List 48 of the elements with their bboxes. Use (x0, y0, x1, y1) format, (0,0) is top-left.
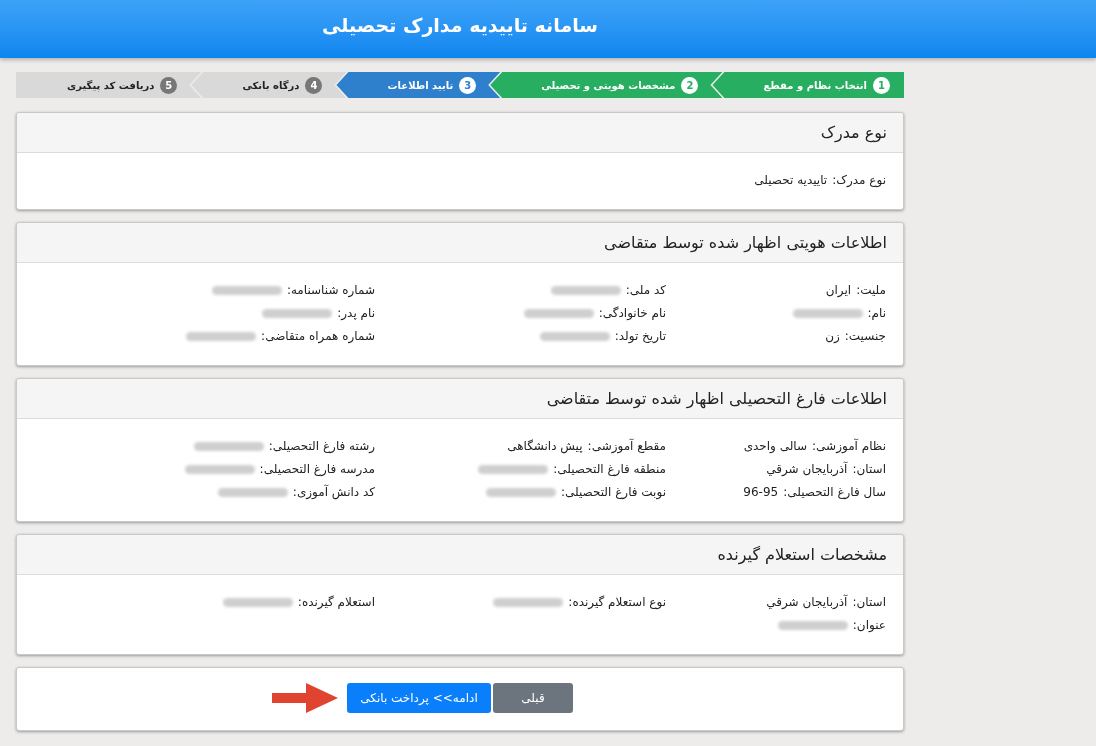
step-label: تایید اطلاعات (387, 78, 454, 93)
field-label: نام پدر: (337, 305, 375, 322)
step-label: مشخصات هویتی و تحصیلی (541, 78, 676, 93)
back-button[interactable]: قبلی (493, 683, 573, 713)
step-number: 3 (459, 76, 477, 94)
panel-title: مشخصات استعلام گیرنده (17, 535, 903, 575)
panel-title: نوع مدرک (17, 113, 903, 153)
page-title: سامانه تاییدیه مدارک تحصیلی (322, 12, 598, 39)
step-number: 4 (305, 76, 323, 94)
field-label: جنسیت: (844, 328, 886, 345)
field-label: استعلام گیرنده: (297, 594, 375, 611)
field-value: آذربایجان شرقي (766, 460, 848, 478)
field-label: منطقه فارغ التحصیلی: (553, 461, 666, 479)
step-label: درگاه بانکی (242, 78, 300, 93)
field-label: شماره شناسنامه: (286, 282, 375, 300)
panel-title: اطلاعات فارغ التحصیلی اظهار شده توسط متقاضی (17, 379, 903, 419)
field-label: کد ملی: (625, 282, 666, 299)
field-label: شماره همراه متقاضی: (261, 328, 375, 346)
field-value: 96-95 (743, 484, 779, 501)
field-label: نام خانوادگی: (598, 305, 666, 322)
field-label: نوبت فارغ التحصیلی: (560, 484, 666, 502)
field-value: سالی واحدی (743, 438, 808, 455)
field-label: نوع استعلام گیرنده: (568, 594, 666, 612)
step-label: دریافت کد پیگیری (67, 78, 155, 93)
field-label: ملیت: (856, 282, 886, 299)
step-number: 5 (160, 76, 178, 94)
field-value: ایران (825, 282, 852, 299)
field-label: رشته فارغ التحصیلی: (268, 438, 375, 455)
field-label: مقطع آموزشی: (587, 437, 666, 456)
step-number: 2 (681, 76, 699, 94)
field-label: تاریخ تولد: (614, 328, 666, 345)
panel-title: اطلاعات هویتی اظهار شده توسط متقاضی (17, 223, 903, 263)
field-label: نوع مدرک: (832, 172, 886, 190)
field-value: پیش دانشگاهی (507, 438, 583, 456)
field-label: استان: (852, 461, 886, 478)
field-label: مدرسه فارغ التحصیلی: (259, 461, 375, 479)
field-value: تاییدیه تحصیلی (754, 172, 828, 189)
field-label: سال فارغ التحصیلی: (783, 484, 886, 502)
field-label: کد دانش آموزی: (292, 483, 375, 502)
step-number: 1 (873, 76, 890, 94)
field-label: نظام آموزشی: (812, 437, 886, 455)
step-label: انتخاب نظام و مقطع (763, 78, 867, 93)
pay-button[interactable]: ادامه>> پرداخت بانکی (347, 683, 491, 713)
field-value: آذربایجان شرقي (766, 593, 848, 611)
field-label: نام: (867, 305, 886, 322)
field-label: عنوان: (852, 617, 886, 634)
field-value: زن (825, 328, 840, 345)
field-label: استان: (852, 594, 886, 611)
